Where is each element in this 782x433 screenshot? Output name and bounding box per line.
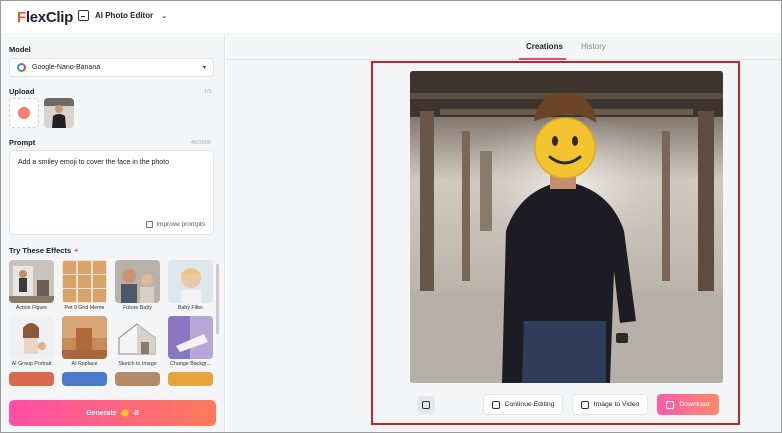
chevron-down-icon: ▾: [202, 65, 206, 71]
copy-icon: [422, 401, 430, 409]
top-header: FlexClip AI Photo Editor ⌄: [1, 1, 781, 35]
effect-baby-filter[interactable]: Baby Filter: [168, 260, 213, 313]
effect-thumbnail: [168, 372, 213, 386]
result-tabs: Creations History: [226, 36, 781, 60]
download-button[interactable]: Download: [657, 394, 719, 415]
generate-cost: -8: [132, 409, 139, 417]
effect-thumbnail: [62, 316, 107, 359]
download-icon: [666, 400, 675, 409]
prompt-text: Add a smiley emoji to cover the face in …: [18, 159, 169, 166]
effect-thumbnail: [9, 260, 54, 303]
uploaded-image-thumbnail[interactable]: [44, 98, 74, 128]
chevron-down-icon: ⌄: [161, 12, 168, 20]
effect-future-baby[interactable]: Future Baby: [115, 260, 160, 313]
improve-prompts-button[interactable]: Improve prompts: [146, 221, 205, 228]
effect-thumbnail: [9, 316, 54, 359]
effects-title: Try These Effects ✦: [9, 246, 80, 255]
sparkle-icon: ✦: [73, 248, 80, 255]
effects-grid: Action Figure Pet 9 Grid Meme Future Bab…: [9, 260, 214, 386]
upload-icon: ↑: [18, 107, 30, 119]
video-icon: [580, 400, 589, 409]
app-window: FlexClip AI Photo Editor ⌄ Model Google-…: [0, 0, 782, 433]
effect-thumbnail: [62, 372, 107, 386]
photo-editor-icon: [78, 10, 89, 21]
effect-thumbnail: [115, 260, 160, 303]
model-value: Google-Nano-Banana: [32, 64, 101, 71]
left-panel: Model Google-Nano-Banana ▾ Upload 1/5 ↑ …: [1, 36, 225, 432]
coin-icon: [120, 409, 129, 417]
effect-action-figure[interactable]: Action Figure: [9, 260, 54, 313]
effect-sketch-to-image[interactable]: Sketch to Image: [115, 316, 160, 369]
prompt-textarea[interactable]: Add a smiley emoji to cover the face in …: [9, 150, 214, 235]
improve-icon: [146, 221, 154, 228]
prompt-label: Prompt: [9, 138, 36, 147]
upload-button[interactable]: ↑: [9, 98, 39, 128]
upload-label: Upload: [9, 87, 35, 96]
model-select[interactable]: Google-Nano-Banana ▾: [9, 58, 214, 77]
effect-change-background[interactable]: Change Backgr...: [168, 316, 213, 369]
effect-pet-grid-meme[interactable]: Pet 9 Grid Meme: [62, 260, 107, 313]
effect-thumbnail: [168, 260, 213, 303]
editor-label: AI Photo Editor: [95, 11, 154, 20]
image-to-video-button[interactable]: Image to Video: [572, 394, 648, 415]
generate-button[interactable]: Generate -8: [9, 400, 216, 426]
flexclip-logo[interactable]: FlexClip: [17, 9, 73, 26]
effect-ai-replace[interactable]: AI Replace: [62, 316, 107, 369]
effect-thumbnail: [115, 316, 160, 359]
effect-thumbnail: [62, 260, 107, 303]
effect-more-3[interactable]: [115, 372, 160, 386]
edit-icon: [491, 400, 500, 409]
generated-image[interactable]: [410, 71, 723, 383]
editor-switcher[interactable]: AI Photo Editor ⌄: [78, 10, 167, 21]
active-tab-indicator: [519, 58, 566, 60]
upload-count: 1/5: [204, 89, 212, 95]
copy-image-button[interactable]: [417, 396, 435, 414]
effect-more-1[interactable]: [9, 372, 54, 386]
effect-thumbnail: [115, 372, 160, 386]
effects-scrollbar[interactable]: [216, 264, 219, 334]
model-label: Model: [9, 45, 31, 54]
tab-creations[interactable]: Creations: [526, 42, 563, 51]
prompt-count: 49/3000: [191, 140, 211, 146]
tab-history[interactable]: History: [581, 42, 606, 51]
effect-ai-group-portrait[interactable]: AI Group Portrait: [9, 316, 54, 369]
effect-more-2[interactable]: [62, 372, 107, 386]
effect-thumbnail: [9, 372, 54, 386]
effect-thumbnail: [168, 316, 213, 359]
continue-editing-button[interactable]: Continue Editing: [483, 394, 563, 415]
effect-more-4[interactable]: [168, 372, 213, 386]
google-icon: [17, 63, 26, 72]
